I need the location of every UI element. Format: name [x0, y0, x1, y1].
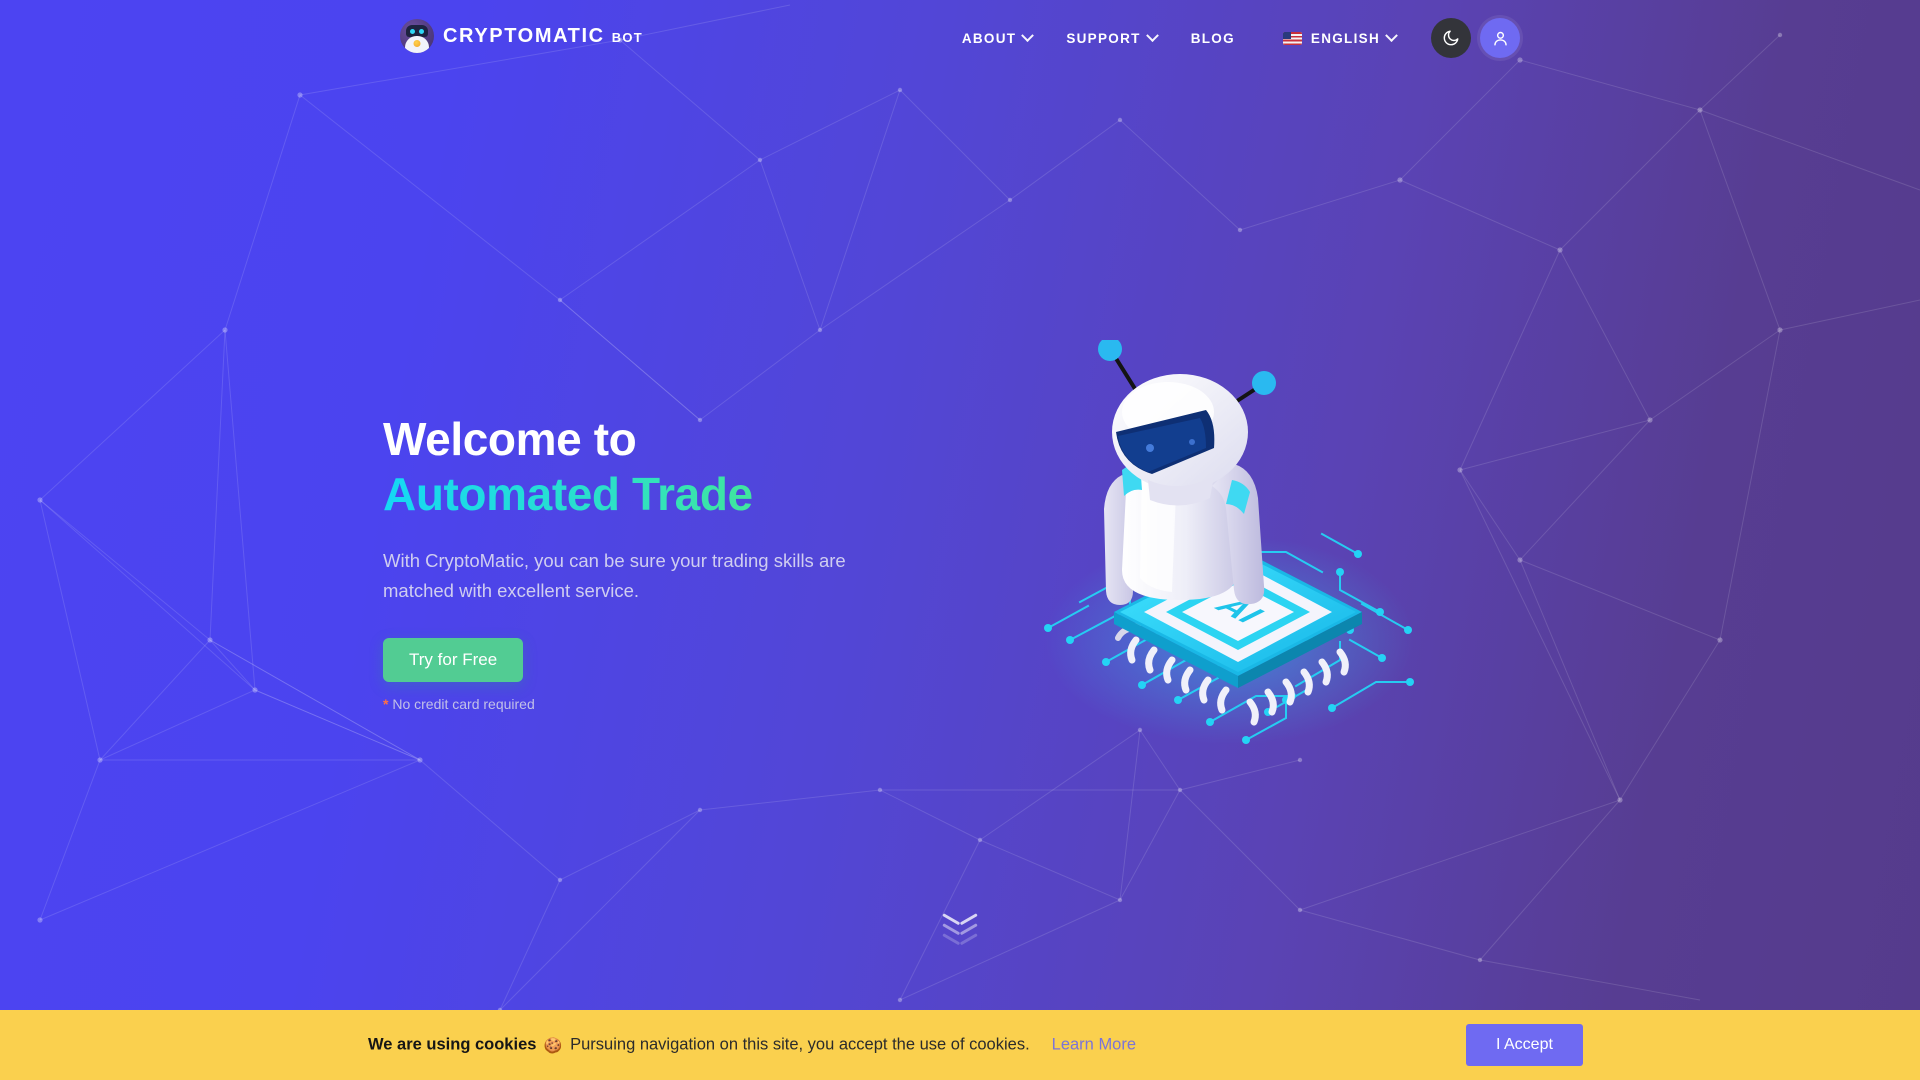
hero-subtitle: With CryptoMatic, you can be sure your t… — [383, 550, 846, 601]
no-credit-card-note: * No credit card required — [383, 696, 1023, 712]
theme-toggle-button[interactable] — [1431, 18, 1471, 58]
cookie-message: We are using cookies 🍪 Pursuing navigati… — [368, 1036, 1136, 1055]
cookie-icon: 🍪 — [543, 1037, 563, 1054]
robot-avatar-icon — [400, 19, 434, 53]
try-for-free-button[interactable]: Try for Free — [383, 637, 524, 682]
user-icon — [1493, 31, 1507, 46]
nav-item-about-label: ABOUT — [961, 30, 1017, 46]
page-background: CRYPTOMATIC BOT ABOUT SUPPORT BLOG ENGLI… — [0, 0, 1920, 1080]
cookie-body-text: Pursuing navigation on this site, you ac… — [570, 1035, 1030, 1054]
cookie-consent-banner: We are using cookies 🍪 Pursuing navigati… — [0, 1010, 1920, 1080]
chevron-down-icon — [1385, 28, 1398, 42]
hero-heading: Welcome to Automated Trade — [383, 412, 1023, 522]
robot-on-ai-chip-illustration: AI — [1010, 337, 1450, 770]
hero-heading-line2: Automated Trade — [383, 467, 1023, 522]
chevron-down-icon — [943, 931, 977, 945]
moon-icon — [1443, 30, 1459, 46]
brand-logo[interactable]: CRYPTOMATIC BOT — [400, 19, 643, 53]
chevron-down-icon — [1021, 28, 1035, 42]
account-button[interactable] — [1480, 18, 1520, 58]
nav-item-support-label: SUPPORT — [1066, 30, 1141, 46]
language-label: ENGLISH — [1310, 30, 1380, 46]
nav-item-about[interactable]: ABOUT — [945, 28, 1050, 46]
no-credit-card-note-text: No credit card required — [392, 695, 535, 712]
main-navigation: ABOUT SUPPORT BLOG ENGLISH — [945, 0, 1520, 76]
cookie-headline: We are using cookies — [368, 1035, 537, 1054]
hero-heading-line1: Welcome to — [383, 413, 637, 465]
accept-cookies-button[interactable]: I Accept — [1466, 1024, 1583, 1066]
site-header: CRYPTOMATIC BOT ABOUT SUPPORT BLOG ENGLI… — [0, 0, 1920, 76]
required-asterisk: * — [383, 695, 389, 712]
nav-item-blog[interactable]: BLOG — [1174, 31, 1252, 46]
brand-suffix: BOT — [611, 29, 644, 45]
us-flag-icon — [1282, 31, 1302, 45]
scroll-down-indicator[interactable] — [943, 915, 977, 945]
learn-more-link[interactable]: Learn More — [1052, 1036, 1136, 1055]
chevron-down-icon — [1145, 28, 1159, 42]
nav-item-blog-label: BLOG — [1190, 30, 1235, 46]
nav-item-support[interactable]: SUPPORT — [1049, 28, 1173, 46]
language-selector[interactable]: ENGLISH — [1266, 28, 1413, 46]
hero-section: Welcome to Automated Trade With CryptoMa… — [383, 412, 1023, 712]
brand-name: CRYPTOMATIC — [443, 24, 605, 47]
